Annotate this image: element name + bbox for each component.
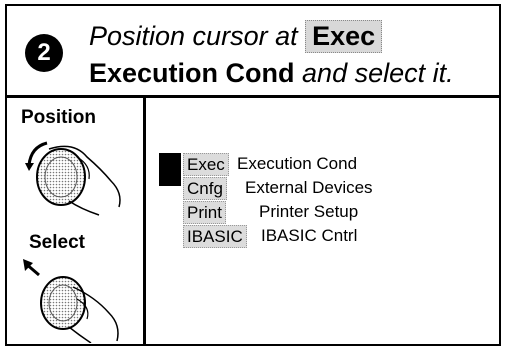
instruction-line-1: Position cursor at Exec bbox=[89, 20, 383, 53]
menu-key-ibasic[interactable]: IBASIC bbox=[183, 225, 247, 248]
menu-desc-print: Printer Setup bbox=[259, 202, 359, 221]
menu-key-print[interactable]: Print bbox=[183, 201, 226, 224]
menu-key-cnfg[interactable]: Cnfg bbox=[183, 177, 227, 200]
select-knob-icon[interactable] bbox=[19, 259, 129, 343]
exec-key-label: Exec bbox=[305, 20, 383, 53]
menu-desc-cnfg: External Devices bbox=[245, 178, 373, 197]
instruction-header: 2 Position cursor at Exec Execution Cond… bbox=[7, 6, 499, 98]
instruction-line-2: Execution Cond and select it. bbox=[89, 58, 454, 89]
step-number-badge: 2 bbox=[25, 34, 63, 72]
menu-desc-ibasic: IBASIC Cntrl bbox=[261, 226, 358, 245]
execution-cond-label: Execution Cond bbox=[89, 58, 295, 88]
menu-key-exec[interactable]: Exec bbox=[183, 153, 229, 176]
position-label: Position bbox=[21, 107, 96, 128]
instruction-column: Position Select bbox=[7, 95, 146, 344]
select-label: Select bbox=[29, 232, 85, 253]
cursor-block-icon bbox=[159, 153, 181, 186]
position-knob-icon[interactable] bbox=[19, 135, 129, 217]
menu-desc-exec: Execution Cond bbox=[237, 154, 358, 173]
instruction-card: 2 Position cursor at Exec Execution Cond… bbox=[5, 4, 501, 346]
instruction-text: Position cursor at bbox=[89, 21, 298, 51]
instruction-suffix: and select it. bbox=[302, 58, 454, 88]
